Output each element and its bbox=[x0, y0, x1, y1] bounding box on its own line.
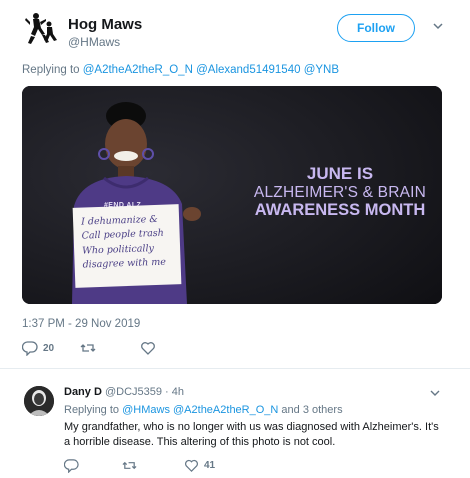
tweet-header: Hog Maws @HMaws Follow bbox=[22, 8, 456, 50]
tweet-media-image[interactable]: #END ALZ I dehumanize & Call people tras… bbox=[22, 86, 442, 304]
author-avatar[interactable] bbox=[22, 10, 62, 50]
reply-actions: 41 bbox=[64, 458, 264, 474]
author-name[interactable]: Hog Maws bbox=[68, 16, 142, 33]
retweet-action[interactable] bbox=[122, 458, 137, 473]
reply-replying-to: Replying to @HMaws @A2theA2theR_O_N and … bbox=[64, 404, 343, 416]
headline-line: ALZHEIMER'S & BRAIN bbox=[253, 183, 427, 201]
replying-prefix: Replying to bbox=[22, 64, 80, 76]
reply-action[interactable]: 20 bbox=[22, 340, 54, 356]
chevron-down-icon[interactable] bbox=[430, 18, 446, 34]
reply-author-avatar[interactable] bbox=[24, 386, 54, 416]
tweet-actions: 20 bbox=[22, 340, 222, 360]
author-handle[interactable]: @HMaws bbox=[68, 35, 120, 49]
like-count: 41 bbox=[204, 460, 216, 471]
protest-sign: I dehumanize & Call people trash Who pol… bbox=[72, 204, 182, 288]
like-action[interactable]: 41 bbox=[184, 458, 215, 473]
replying-prefix: Replying to bbox=[64, 404, 120, 416]
retweet-icon[interactable] bbox=[122, 458, 137, 473]
divider bbox=[0, 368, 470, 369]
sign-line: disagree with me bbox=[82, 256, 167, 271]
like-action[interactable] bbox=[140, 340, 156, 356]
reply-action[interactable] bbox=[64, 458, 79, 473]
media-headline: JUNE IS ALZHEIMER'S & BRAIN AWARENESS MO… bbox=[250, 164, 430, 220]
reply-text: My grandfather, who is no longer with us… bbox=[64, 421, 439, 448]
mention-link[interactable]: @HMaws bbox=[122, 404, 170, 416]
heart-icon[interactable] bbox=[184, 458, 199, 473]
tweet-timestamp[interactable]: 1:37 PM - 29 Nov 2019 bbox=[22, 318, 140, 330]
reply-icon[interactable] bbox=[64, 458, 79, 473]
reply-count: 20 bbox=[43, 342, 55, 354]
replying-suffix[interactable]: and 3 others bbox=[281, 404, 342, 416]
heart-icon[interactable] bbox=[140, 340, 156, 356]
mention-link[interactable]: @Alexand51491540 bbox=[196, 64, 300, 76]
retweet-action[interactable] bbox=[80, 340, 96, 356]
reply-icon[interactable] bbox=[22, 340, 38, 356]
retweet-icon[interactable] bbox=[80, 340, 96, 356]
mention-link[interactable]: @A2theA2theR_O_N bbox=[83, 64, 193, 76]
chevron-down-icon[interactable] bbox=[428, 386, 442, 400]
mention-link[interactable]: @YNB bbox=[304, 64, 339, 76]
reply-author-handle[interactable]: @DCJ5359 · 4h bbox=[105, 386, 184, 398]
tweet-page: Hog Maws @HMaws Follow Replying to @A2th… bbox=[0, 0, 470, 478]
reply-author-name[interactable]: Dany D bbox=[64, 386, 102, 398]
reply-header: Dany D @DCJ5359 · 4h bbox=[64, 386, 184, 398]
headline-line: JUNE IS bbox=[306, 164, 374, 183]
follow-button[interactable]: Follow bbox=[337, 14, 415, 42]
headline-line: AWARENESS MONTH bbox=[254, 201, 426, 220]
replying-to: Replying to @A2theA2theR_O_N @Alexand514… bbox=[22, 64, 339, 76]
mention-link[interactable]: @A2theA2theR_O_N bbox=[173, 404, 278, 416]
